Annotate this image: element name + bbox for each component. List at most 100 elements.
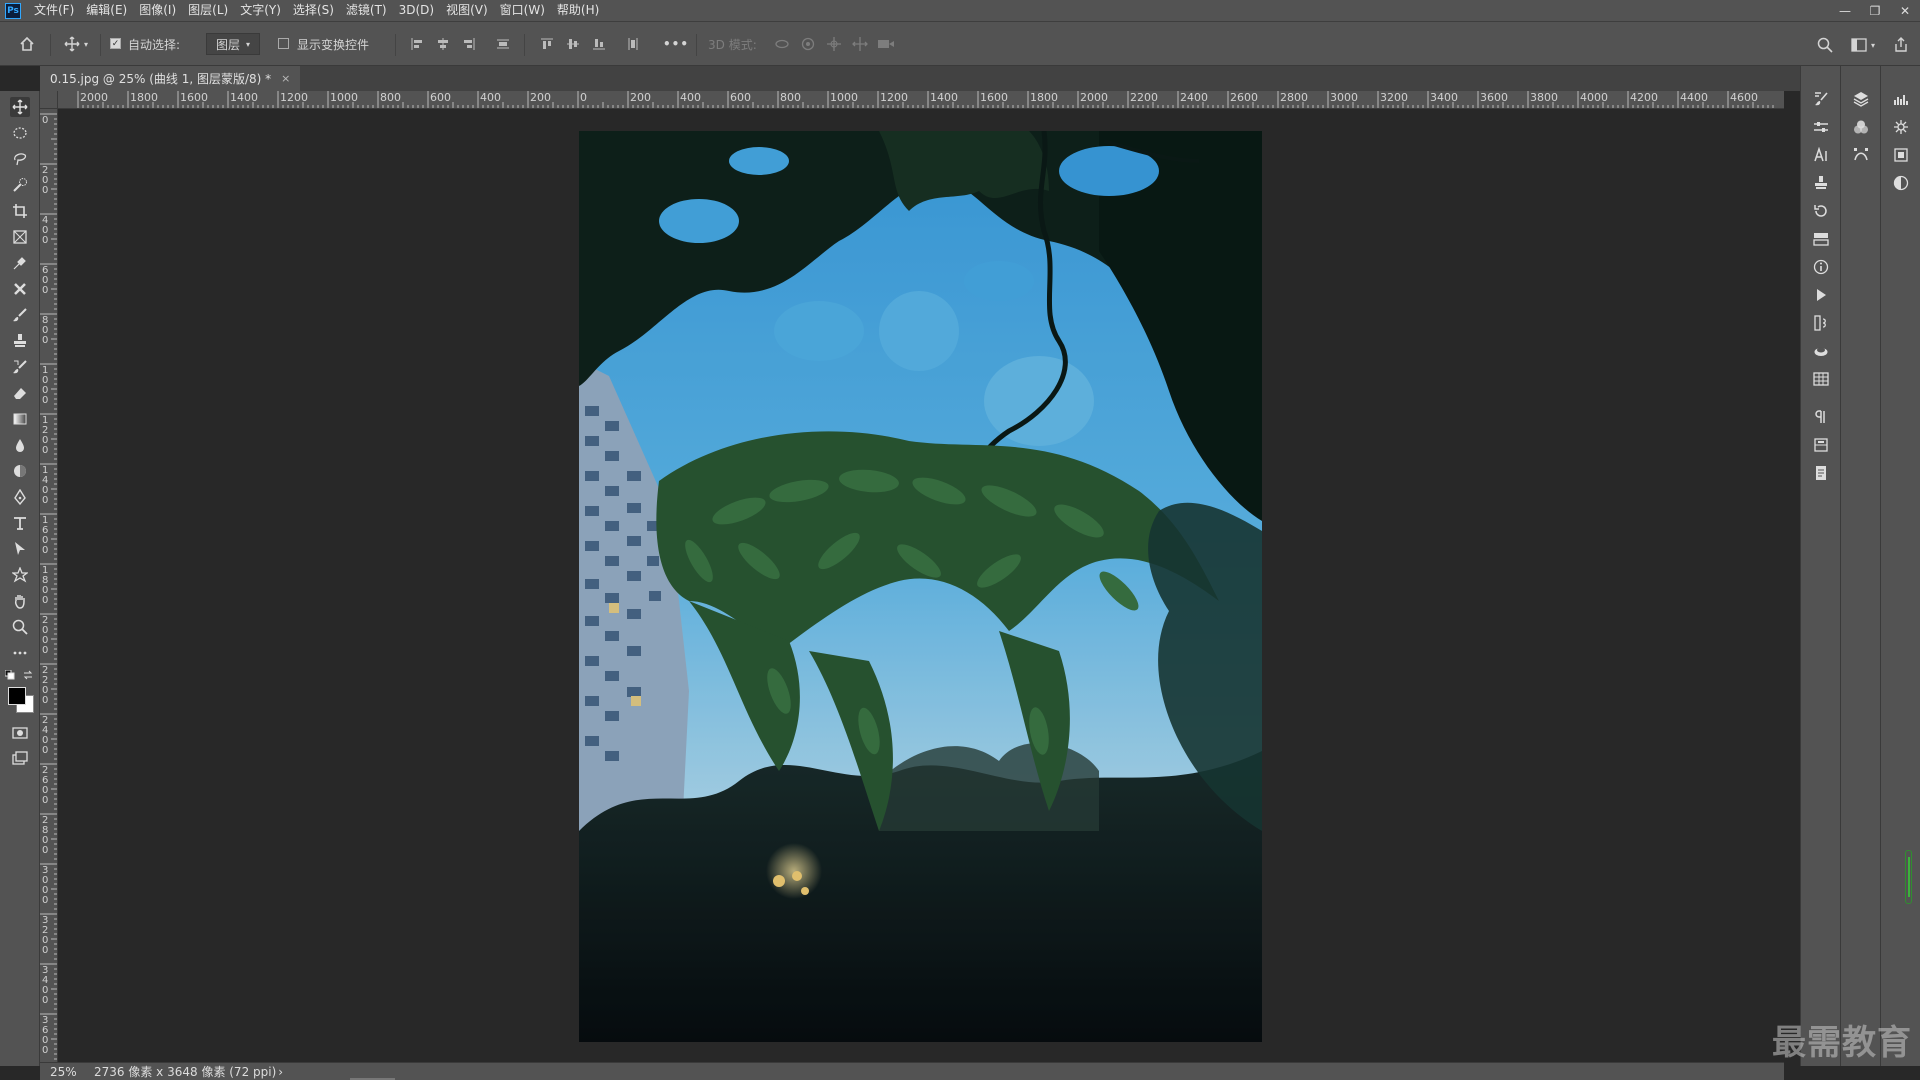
marquee-tool[interactable]	[10, 123, 30, 143]
restore-button[interactable]: ❐	[1860, 0, 1890, 21]
menu-image[interactable]: 图像(I)	[133, 0, 182, 21]
hand-tool[interactable]	[10, 591, 30, 611]
zoom-level[interactable]: 25%	[40, 1065, 86, 1079]
chevron-down-icon: ▾	[1870, 40, 1875, 50]
dodge-tool[interactable]	[10, 461, 30, 481]
type-tool[interactable]	[10, 513, 30, 533]
screen-mode-button[interactable]	[10, 749, 30, 769]
menu-type[interactable]: 文字(Y)	[234, 0, 287, 21]
distribute-horizontal-button[interactable]	[624, 35, 642, 53]
menu-window[interactable]: 窗口(W)	[494, 0, 551, 21]
properties-panel-button[interactable]	[1809, 116, 1833, 138]
document-canvas[interactable]	[58, 109, 1784, 1062]
character-panel-button[interactable]	[1809, 144, 1833, 166]
document-tab[interactable]: 0.15.jpg @ 25% (曲线 1, 图层蒙版/8) * ×	[40, 66, 301, 91]
menu-edit[interactable]: 编辑(E)	[80, 0, 133, 21]
document-image[interactable]	[579, 131, 1262, 1042]
align-right-button[interactable]	[460, 35, 478, 53]
menu-view[interactable]: 视图(V)	[440, 0, 494, 21]
shape-tool[interactable]	[10, 565, 30, 585]
workspace-switcher[interactable]: ▾	[1846, 34, 1880, 56]
path-selection-tool[interactable]	[10, 539, 30, 559]
menu-filter[interactable]: 滤镜(T)	[340, 0, 393, 21]
more-options-button[interactable]: •••	[663, 34, 688, 54]
3d-roll-button[interactable]	[798, 34, 818, 54]
paragraph-icon	[1815, 410, 1825, 423]
align-left-button[interactable]	[408, 35, 426, 53]
move-tool[interactable]	[10, 97, 30, 117]
adjustments-panel-button[interactable]	[1889, 172, 1913, 194]
default-colors-icon[interactable]	[5, 670, 15, 680]
healing-brush-tool[interactable]	[10, 279, 30, 299]
notes-panel-button[interactable]	[1809, 462, 1833, 484]
minimize-button[interactable]: —	[1830, 0, 1860, 21]
status-menu-arrow[interactable]: ›	[278, 1065, 283, 1079]
align-bottom-button[interactable]	[590, 35, 608, 53]
menu-3d[interactable]: 3D(D)	[393, 0, 440, 21]
swap-colors-icon[interactable]	[23, 670, 33, 680]
menu-layer[interactable]: 图层(L)	[182, 0, 234, 21]
document-info[interactable]: 2736 像素 x 3648 像素 (72 ppi)	[94, 1063, 276, 1080]
actions-panel-button[interactable]	[1809, 284, 1833, 306]
move-tool-preset-picker[interactable]: ▾	[58, 33, 94, 55]
blur-tool[interactable]	[10, 435, 30, 455]
edit-toolbar-button[interactable]	[10, 643, 30, 663]
watermark: 最需教育	[1772, 1023, 1912, 1063]
menu-select[interactable]: 选择(S)	[287, 0, 340, 21]
navigator-panel-button[interactable]	[1889, 116, 1913, 138]
share-button[interactable]	[1890, 34, 1912, 56]
channels-panel-button[interactable]	[1849, 116, 1873, 138]
photoshop-logo[interactable]: Ps	[5, 2, 21, 19]
horizontal-ruler[interactable]: 2000 1800 1600 1400 1200 1000 800 600 400 200 0 200…	[58, 91, 1784, 109]
ruler-label: 400	[680, 91, 701, 104]
auto-select-checkbox[interactable]: ✓	[110, 38, 121, 49]
align-top-button[interactable]	[538, 35, 556, 53]
menu-help[interactable]: 帮助(H)	[551, 0, 605, 21]
menu-file[interactable]: 文件(F)	[28, 0, 80, 21]
layers-panel-button[interactable]	[1849, 88, 1873, 110]
clone-source-panel-button[interactable]	[1809, 172, 1833, 194]
brushes-panel-button[interactable]	[1809, 88, 1833, 110]
zoom-tool[interactable]	[10, 617, 30, 637]
scroll-indicator[interactable]	[1905, 850, 1912, 904]
3d-panel-button[interactable]	[1809, 340, 1833, 362]
history-brush-tool[interactable]	[10, 357, 30, 377]
show-transform-checkbox[interactable]	[278, 38, 289, 49]
vertical-ruler[interactable]: 0 200 400 600 800 1000 1200 1400 1600 1800 2000 220…	[40, 109, 58, 1066]
foreground-color-swatch[interactable]	[8, 687, 26, 705]
frame-tool[interactable]	[10, 227, 30, 247]
history-panel-button[interactable]	[1809, 200, 1833, 222]
histogram-panel-button[interactable]	[1889, 88, 1913, 110]
eyedropper-tool[interactable]	[10, 253, 30, 273]
pen-tool[interactable]	[10, 487, 30, 507]
gradient-tool[interactable]	[10, 409, 30, 429]
info-panel-button[interactable]	[1809, 256, 1833, 278]
close-window-button[interactable]: ✕	[1890, 0, 1920, 21]
clone-stamp-tool[interactable]	[10, 331, 30, 351]
ruler-origin[interactable]	[40, 91, 58, 109]
glyphs-panel-button[interactable]	[1809, 434, 1833, 456]
distribute-vertical-button[interactable]	[494, 35, 512, 53]
libraries-panel-button[interactable]	[1889, 144, 1913, 166]
home-button[interactable]	[16, 33, 38, 55]
quick-selection-tool[interactable]	[10, 175, 30, 195]
timeline-panel-button[interactable]	[1809, 368, 1833, 390]
paragraph-panel-button[interactable]	[1809, 406, 1833, 428]
brush-tool[interactable]	[10, 305, 30, 325]
auto-select-target-dropdown[interactable]: 图层 ▾	[206, 33, 260, 55]
quick-mask-button[interactable]	[10, 723, 30, 743]
3d-pan-button[interactable]	[824, 34, 844, 54]
close-tab-icon[interactable]: ×	[281, 72, 290, 85]
3d-orbit-button[interactable]	[772, 34, 792, 54]
lasso-tool[interactable]	[10, 149, 30, 169]
paths-panel-button[interactable]	[1809, 312, 1833, 334]
align-vcenter-button[interactable]	[564, 35, 582, 53]
align-hcenter-button[interactable]	[434, 35, 452, 53]
search-button[interactable]	[1814, 34, 1836, 56]
paths-panel-button[interactable]	[1849, 144, 1873, 166]
layer-comps-panel-button[interactable]	[1809, 228, 1833, 250]
crop-tool[interactable]	[10, 201, 30, 221]
3d-camera-button[interactable]	[876, 34, 896, 54]
eraser-tool[interactable]	[10, 383, 30, 403]
3d-slide-button[interactable]	[850, 34, 870, 54]
